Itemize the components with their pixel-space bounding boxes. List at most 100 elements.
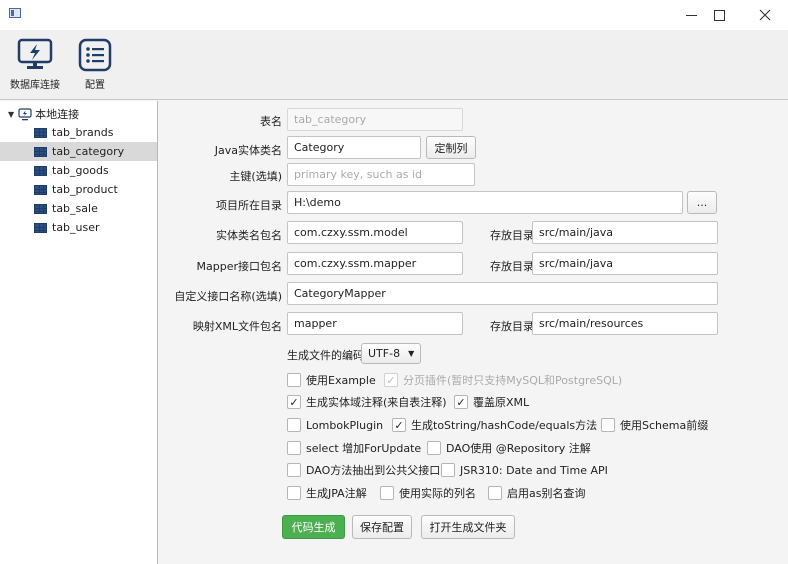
for-update-label: select 增加ForUpdate <box>306 442 422 455</box>
actual-column-label: 使用实际的列名 <box>399 487 476 500</box>
repository-checkbox[interactable]: DAO使用 @Repository 注解 <box>427 440 591 456</box>
checkmark-icon: ✓ <box>384 373 398 387</box>
custom-interface-input[interactable]: CategoryMapper <box>287 282 718 305</box>
maximize-button[interactable] <box>696 0 742 30</box>
xml-dir-input[interactable]: src/main/resources <box>532 312 718 335</box>
list-config-icon <box>78 38 112 72</box>
tree-item-tab-user[interactable]: tab_user <box>0 218 157 237</box>
jsr310-checkbox[interactable]: JSR310: Date and Time API <box>441 462 608 478</box>
dropdown-arrow-icon: ▼ <box>408 349 415 358</box>
config-label: 配置 <box>85 80 105 91</box>
primary-key-label: 主键(选填) <box>229 170 282 183</box>
close-button[interactable] <box>742 0 788 30</box>
entity-package-label: 实体类名包名 <box>216 229 282 242</box>
tostring-label: 生成toString/hashCode/equals方法 <box>411 419 598 432</box>
checkbox-box <box>601 418 615 432</box>
table-icon <box>34 203 47 214</box>
lombok-label: LombokPlugin <box>306 418 384 432</box>
checkmark-icon: ✓ <box>392 418 406 432</box>
table-icon <box>34 184 47 195</box>
mapper-package-label: Mapper接口包名 <box>196 260 283 273</box>
xml-dir-label: 存放目录 <box>490 320 534 333</box>
as-alias-checkbox[interactable]: 启用as别名查询 <box>488 485 585 501</box>
tree-item-tab-category[interactable]: tab_category <box>0 142 157 161</box>
use-example-label: 使用Example <box>306 374 376 387</box>
primary-key-input[interactable]: primary key, such as id <box>287 163 475 186</box>
for-update-checkbox[interactable]: select 增加ForUpdate <box>287 440 421 456</box>
tree-item-tab-sale[interactable]: tab_sale <box>0 199 157 218</box>
open-folder-button[interactable]: 打开生成文件夹 <box>421 515 515 539</box>
connection-tree: ▼ 本地连接 tab_brands tab_category tab_goods… <box>0 101 158 564</box>
toolbar: 数据库连接 配置 <box>0 30 788 100</box>
checkbox-box <box>287 463 301 477</box>
encoding-select[interactable]: UTF-8 ▼ <box>361 343 422 364</box>
actual-column-checkbox[interactable]: 使用实际的列名 <box>380 485 476 501</box>
mapper-package-input[interactable]: com.czxy.ssm.mapper <box>287 252 463 275</box>
use-example-checkbox[interactable]: 使用Example <box>287 372 376 388</box>
checkbox-box <box>380 486 394 500</box>
dao-parent-checkbox[interactable]: DAO方法抽出到公共父接口 <box>287 462 440 478</box>
project-dir-input[interactable]: H:\demo <box>287 191 683 214</box>
entity-dir-label: 存放目录 <box>490 229 534 242</box>
checkmark-icon: ✓ <box>454 395 468 409</box>
tree-item-label: tab_goods <box>52 164 109 177</box>
save-config-button[interactable]: 保存配置 <box>352 515 412 539</box>
tree-item-tab-goods[interactable]: tab_goods <box>0 161 157 180</box>
repository-label: DAO使用 @Repository 注解 <box>446 442 591 455</box>
checkmark-icon: ✓ <box>287 395 301 409</box>
entity-class-label: Java实体类名 <box>214 144 282 157</box>
mapper-dir-label: 存放目录 <box>490 260 534 273</box>
tostring-checkbox[interactable]: ✓ 生成toString/hashCode/equals方法 <box>392 417 597 433</box>
project-dir-label: 项目所在目录 <box>216 199 282 212</box>
tree-item-label: tab_category <box>52 145 125 158</box>
checkbox-box <box>427 441 441 455</box>
pagination-checkbox[interactable]: ✓ 分页插件(暂时只支持MySQL和PostgreSQL) <box>384 372 622 388</box>
table-icon <box>34 222 47 233</box>
browse-dir-button[interactable]: ... <box>687 191 717 214</box>
app-icon <box>9 8 21 18</box>
config-button[interactable]: 配置 <box>78 38 112 91</box>
entity-package-input[interactable]: com.czxy.ssm.model <box>287 221 463 244</box>
entity-class-input[interactable]: Category <box>287 136 421 159</box>
tree-item-tab-brands[interactable]: tab_brands <box>0 123 157 142</box>
overwrite-xml-checkbox[interactable]: ✓ 覆盖原XML <box>454 394 529 410</box>
generate-code-button[interactable]: 代码生成 <box>282 515 345 539</box>
table-name-label: 表名 <box>260 115 282 128</box>
jpa-label: 生成JPA注解 <box>306 487 367 500</box>
overwrite-xml-label: 覆盖原XML <box>473 396 530 409</box>
lombok-checkbox[interactable]: LombokPlugin <box>287 417 383 433</box>
xml-package-label: 映射XML文件包名 <box>192 320 282 333</box>
db-connection-icon <box>17 38 53 69</box>
as-alias-label: 启用as别名查询 <box>507 487 586 500</box>
entity-comment-label: 生成实体域注释(来自表注释) <box>306 396 447 409</box>
schema-prefix-checkbox[interactable]: 使用Schema前缀 <box>601 417 708 433</box>
checkbox-box <box>287 486 301 500</box>
checkbox-box <box>488 486 502 500</box>
custom-interface-label: 自定义接口名称(选填) <box>174 290 282 303</box>
table-name-input[interactable]: tab_category <box>287 108 463 131</box>
entity-comment-checkbox[interactable]: ✓ 生成实体域注释(来自表注释) <box>287 394 447 410</box>
table-icon <box>34 146 47 157</box>
close-icon <box>759 9 771 21</box>
expand-arrow-icon[interactable]: ▼ <box>8 110 14 119</box>
tree-root-label: 本地连接 <box>35 108 80 121</box>
xml-package-input[interactable]: mapper <box>287 312 463 335</box>
tree-item-label: tab_brands <box>52 126 114 139</box>
schema-prefix-label: 使用Schema前缀 <box>620 419 709 432</box>
mapper-dir-input[interactable]: src/main/java <box>532 252 718 275</box>
customize-columns-button[interactable]: 定制列 <box>426 136 476 159</box>
tree-item-label: tab_user <box>52 221 100 234</box>
encoding-label: 生成文件的编码 <box>287 349 364 362</box>
checkbox-box <box>287 441 301 455</box>
tree-item-tab-product[interactable]: tab_product <box>0 180 157 199</box>
tree-item-label: tab_product <box>52 183 118 196</box>
jpa-checkbox[interactable]: 生成JPA注解 <box>287 485 367 501</box>
local-connection-icon <box>18 107 32 120</box>
entity-dir-input[interactable]: src/main/java <box>532 221 718 244</box>
jsr310-label: JSR310: Date and Time API <box>460 463 608 477</box>
checkbox-box <box>441 463 455 477</box>
db-connect-button[interactable]: 数据库连接 <box>10 38 60 91</box>
tree-root-local[interactable]: ▼ 本地连接 <box>8 106 79 122</box>
db-connect-label: 数据库连接 <box>10 80 60 91</box>
encoding-value: UTF-8 <box>368 347 401 360</box>
